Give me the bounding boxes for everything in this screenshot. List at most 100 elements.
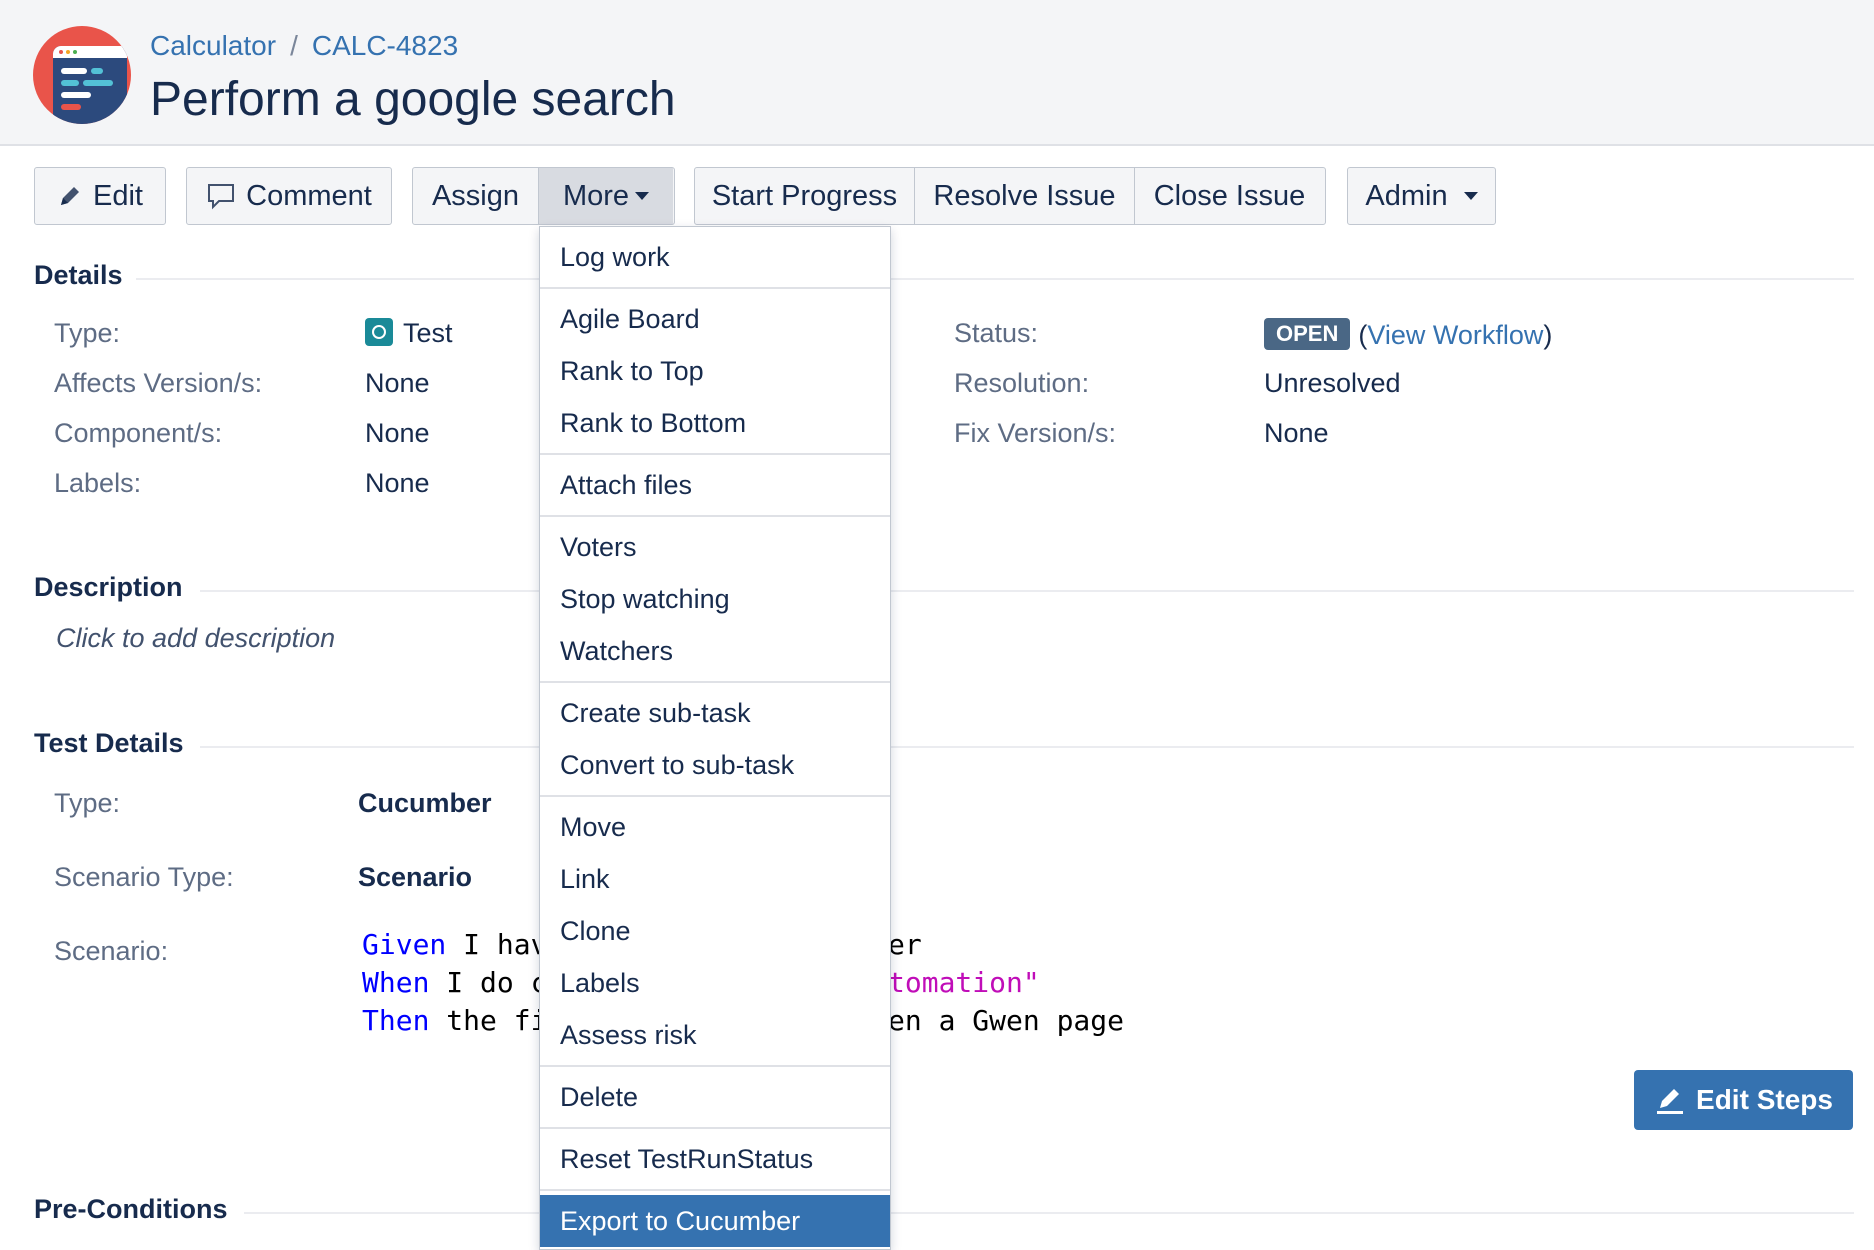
menu-item-agile-board[interactable]: Agile Board xyxy=(540,293,890,345)
status-badge: OPEN xyxy=(1264,318,1351,350)
breadcrumb-issue-key-link[interactable]: CALC-4823 xyxy=(312,30,458,61)
type-label: Type: xyxy=(54,318,121,348)
menu-item-move[interactable]: Move xyxy=(540,801,890,853)
gherkin-text: I hav xyxy=(446,928,548,961)
fix-version-value[interactable]: None xyxy=(1264,418,1329,449)
edit-steps-label: Edit Steps xyxy=(1696,1084,1833,1115)
pencil-icon xyxy=(1657,1089,1684,1114)
comment-button[interactable]: Comment xyxy=(186,167,392,225)
caret-down-icon xyxy=(635,192,650,200)
menu-item-log-work[interactable]: Log work xyxy=(540,231,890,283)
start-progress-button[interactable]: Start Progress xyxy=(695,168,915,224)
dropdown-group: Move Link Clone Labels Assess risk xyxy=(540,797,890,1067)
edit-button[interactable]: Edit xyxy=(34,167,166,225)
menu-item-reset-testrunstatus[interactable]: Reset TestRunStatus xyxy=(540,1133,890,1185)
components-label: Component/s: xyxy=(54,418,223,448)
menu-item-attach-files[interactable]: Attach files xyxy=(540,459,890,511)
type-value[interactable]: Test xyxy=(365,318,453,349)
menu-item-rank-to-top[interactable]: Rank to Top xyxy=(540,345,890,397)
assign-more-group: Assign More xyxy=(412,167,675,225)
status-label: Status: xyxy=(954,318,1039,348)
scenario-line-2: When I do c xyxy=(362,966,547,999)
caret-down-icon xyxy=(1463,192,1478,200)
menu-item-create-sub-task[interactable]: Create sub-task xyxy=(540,687,890,739)
admin-button[interactable]: Admin xyxy=(1347,167,1496,225)
dropdown-group: Log work xyxy=(540,227,890,289)
pencil-icon xyxy=(61,187,79,205)
status-value: OPEN (View Workflow) xyxy=(1264,318,1552,351)
scenario-type-value: Scenario xyxy=(358,862,473,892)
dropdown-group: Reset TestRunStatus xyxy=(540,1129,890,1191)
resolution-label: Resolution: xyxy=(954,368,1090,398)
more-button[interactable]: More xyxy=(539,168,673,224)
type-value-text: Test xyxy=(403,318,453,348)
scenario-line-3-tail: en a Gwen page xyxy=(888,1004,1125,1037)
description-heading[interactable]: Description xyxy=(34,572,183,603)
scenario-line-3: Then the fi xyxy=(362,1004,547,1037)
test-details-divider xyxy=(200,746,1854,748)
edit-button-label: Edit xyxy=(93,179,143,212)
gherkin-text: the fi xyxy=(429,1004,548,1037)
test-type-label: Type: xyxy=(54,788,121,818)
menu-item-delete[interactable]: Delete xyxy=(540,1071,890,1123)
scenario-line-1: Given I hav xyxy=(362,928,547,961)
preconditions-heading[interactable]: Pre-Conditions xyxy=(34,1194,228,1225)
menu-item-watchers[interactable]: Watchers xyxy=(540,625,890,677)
test-details-heading[interactable]: Test Details xyxy=(34,728,184,759)
issue-header: Calculator / CALC-4823 Perform a google se… xyxy=(0,0,1874,146)
project-avatar-icon[interactable] xyxy=(33,26,131,124)
preconditions-divider xyxy=(244,1212,1854,1214)
dropdown-group: Voters Stop watching Watchers xyxy=(540,517,890,683)
dropdown-group: Agile Board Rank to Top Rank to Bottom xyxy=(540,289,890,455)
scenario-label: Scenario: xyxy=(54,936,169,966)
dropdown-group: Export to Cucumber xyxy=(540,1191,890,1250)
breadcrumb-separator: / xyxy=(290,30,298,61)
menu-item-stop-watching[interactable]: Stop watching xyxy=(540,573,890,625)
components-value[interactable]: None xyxy=(365,418,430,449)
menu-item-export-to-cucumber[interactable]: Export to Cucumber xyxy=(540,1195,890,1247)
comment-button-label: Comment xyxy=(246,179,372,212)
close-issue-button[interactable]: Close Issue xyxy=(1135,168,1324,224)
gherkin-keyword: When xyxy=(362,966,430,999)
edit-steps-button[interactable]: Edit Steps xyxy=(1634,1070,1853,1130)
menu-item-clone[interactable]: Clone xyxy=(540,905,890,957)
resolution-value: Unresolved xyxy=(1264,368,1401,398)
dropdown-group: Attach files xyxy=(540,455,890,517)
description-placeholder[interactable]: Click to add description xyxy=(56,623,335,654)
view-workflow-link[interactable]: View Workflow xyxy=(1367,320,1543,350)
gherkin-text: I do c xyxy=(429,966,548,999)
gherkin-keyword: Given xyxy=(362,928,447,961)
dropdown-group: Create sub-task Convert to sub-task xyxy=(540,683,890,797)
details-heading[interactable]: Details xyxy=(34,260,123,291)
assign-button[interactable]: Assign xyxy=(413,168,539,224)
scenario-line-1-tail: er xyxy=(888,928,922,961)
dropdown-group: Delete xyxy=(540,1067,890,1129)
test-type-value: Cucumber xyxy=(358,788,492,818)
page-title: Perform a google search xyxy=(150,73,676,126)
workflow-button-group: Start Progress Resolve Issue Close Issue xyxy=(694,167,1326,225)
menu-item-rank-to-bottom[interactable]: Rank to Bottom xyxy=(540,397,890,449)
affects-version-value[interactable]: None xyxy=(365,368,430,399)
details-divider xyxy=(136,278,1854,280)
description-divider xyxy=(200,590,1854,592)
gherkin-keyword: Then xyxy=(362,1004,430,1037)
menu-item-voters[interactable]: Voters xyxy=(540,521,890,573)
more-actions-dropdown: Log work Agile Board Rank to Top Rank to Bo… xyxy=(539,226,891,1250)
fix-version-label: Fix Version/s: xyxy=(954,418,1117,448)
test-issue-type-icon xyxy=(365,318,393,346)
more-button-label: More xyxy=(562,179,630,212)
menu-item-convert-to-sub-task[interactable]: Convert to sub-task xyxy=(540,739,890,791)
resolve-issue-button[interactable]: Resolve Issue xyxy=(915,168,1135,224)
breadcrumb-project-link[interactable]: Calculator xyxy=(150,30,276,61)
menu-item-labels[interactable]: Labels xyxy=(540,957,890,1009)
menu-item-assess-risk[interactable]: Assess risk xyxy=(540,1009,890,1061)
scenario-line-2-tail: tomation" xyxy=(888,966,1040,999)
affects-version-label: Affects Version/s: xyxy=(54,368,263,398)
breadcrumb: Calculator / CALC-4823 xyxy=(150,30,458,62)
labels-value[interactable]: None xyxy=(365,468,430,499)
labels-label: Labels: xyxy=(54,468,142,498)
admin-button-label: Admin xyxy=(1365,179,1448,212)
speech-bubble-icon xyxy=(208,184,235,210)
menu-item-link[interactable]: Link xyxy=(540,853,890,905)
scenario-type-label: Scenario Type: xyxy=(54,862,234,892)
